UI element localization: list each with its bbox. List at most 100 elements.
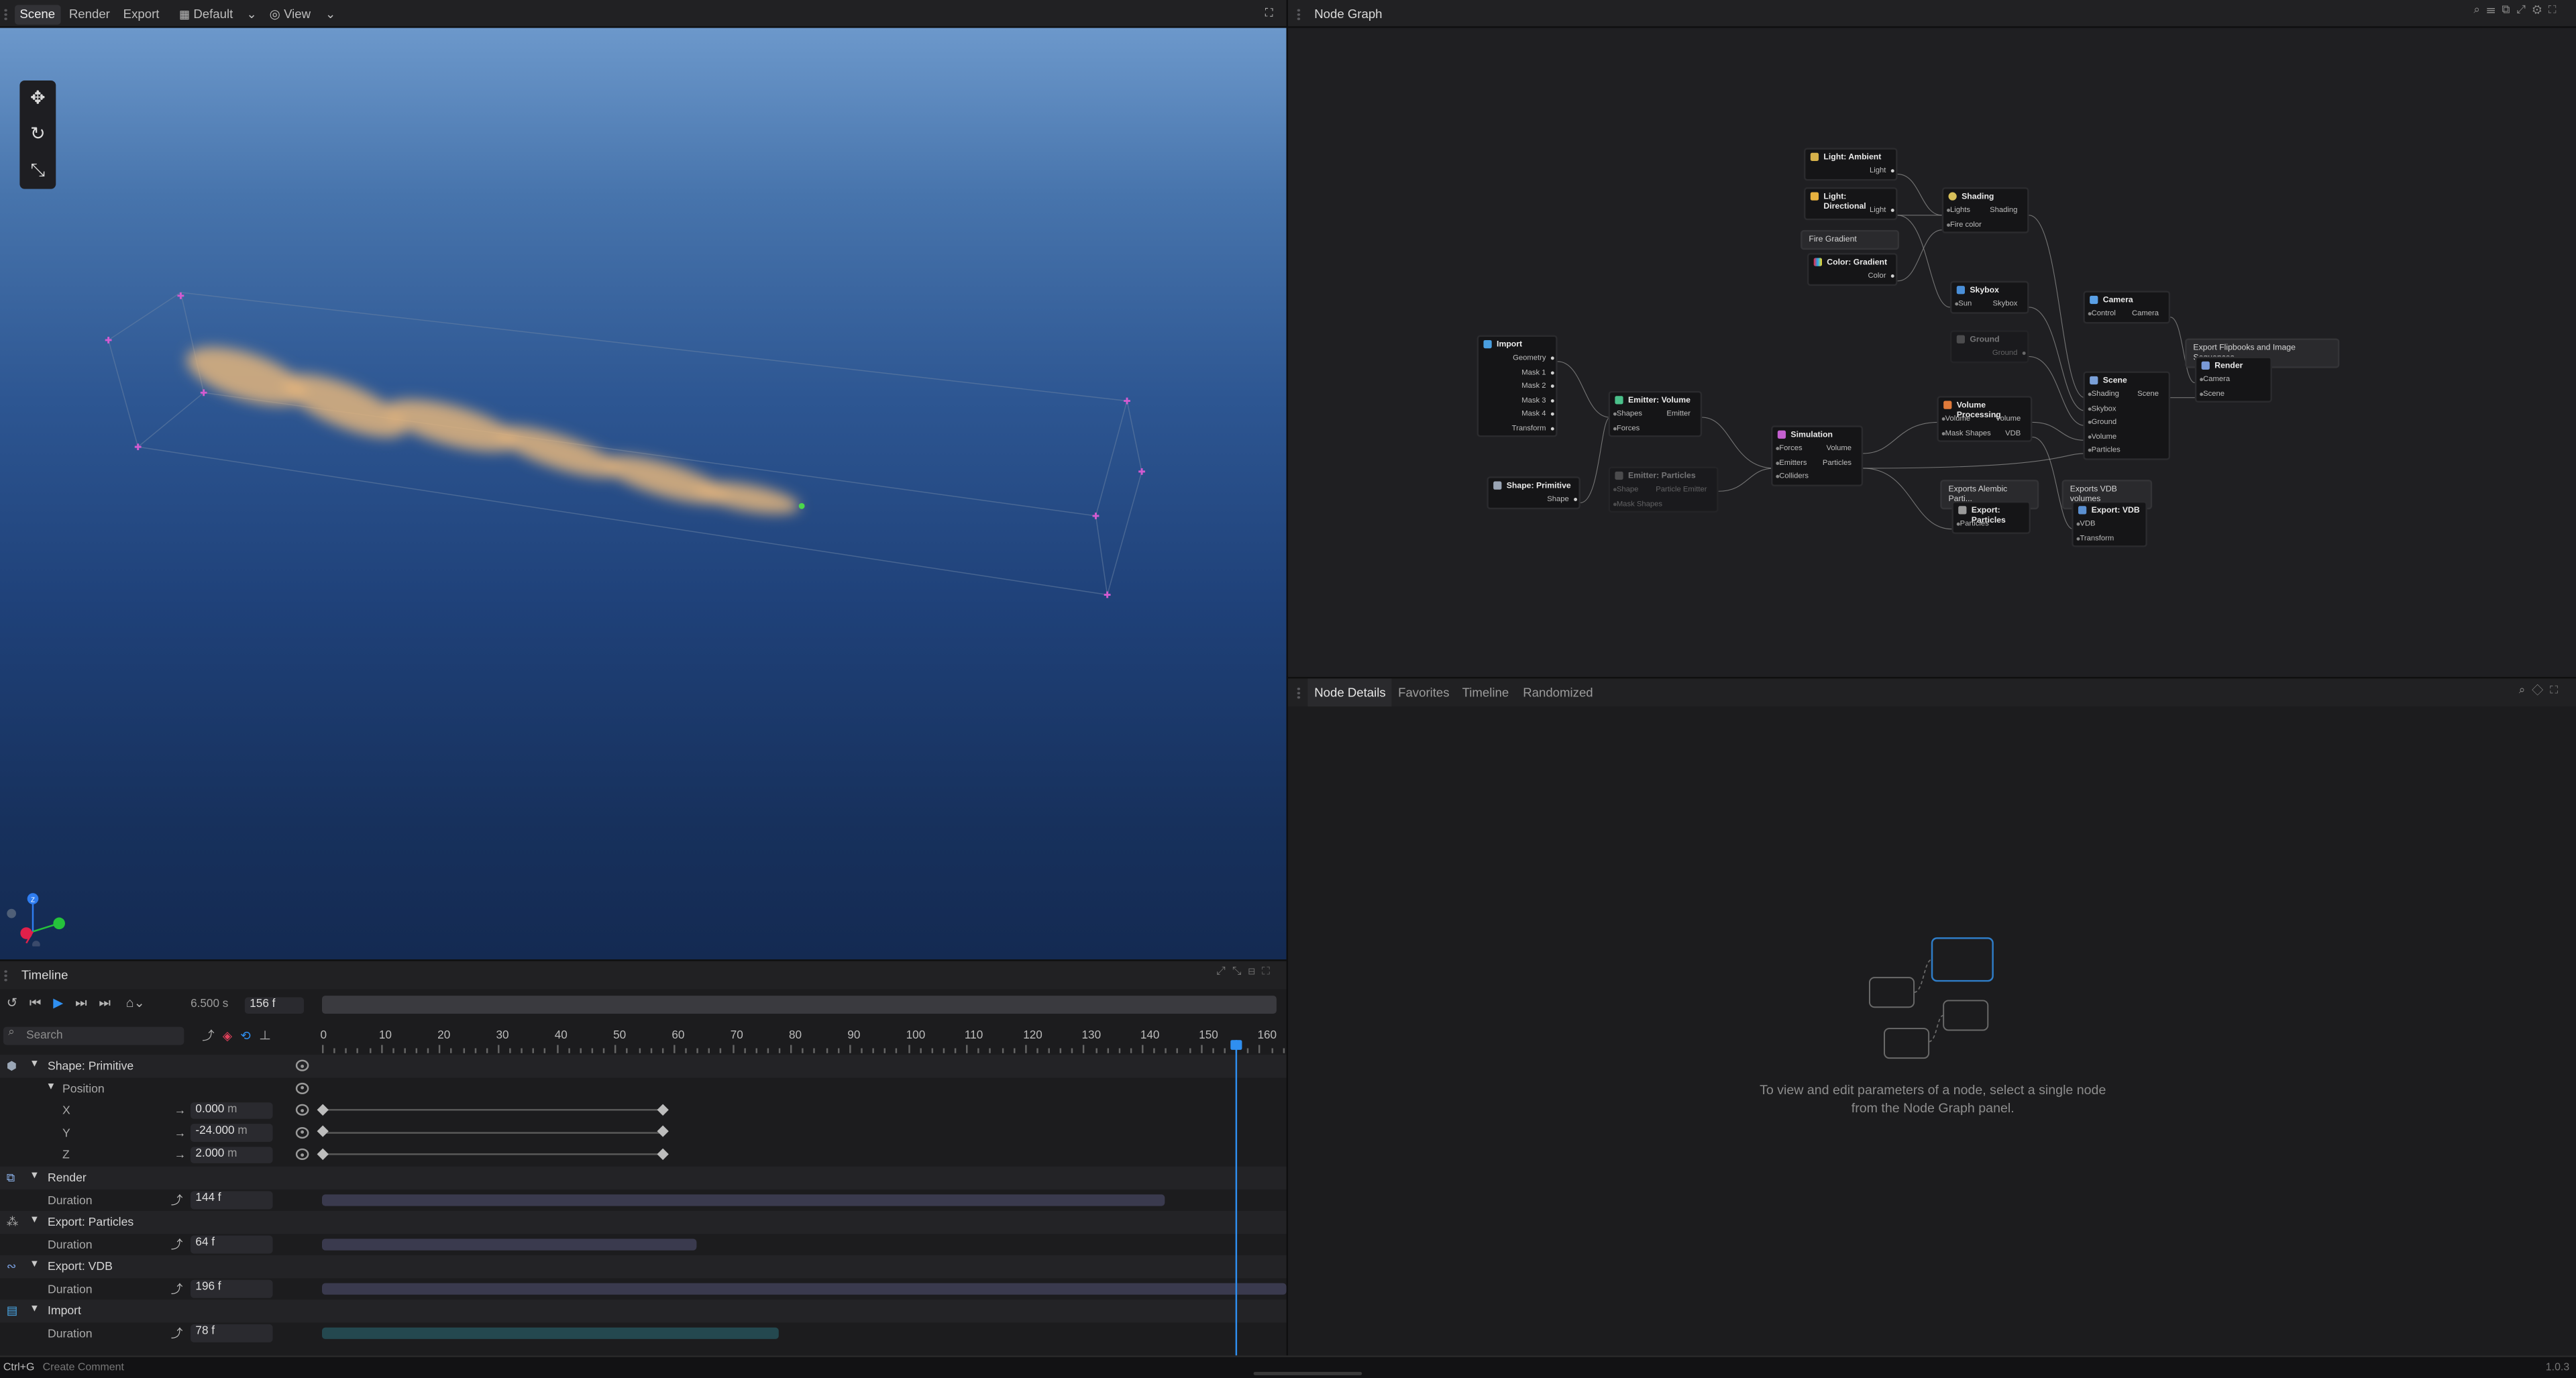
track-export-particles-duration[interactable]: Duration ⤴ 64 f (0, 1233, 1287, 1255)
track-position[interactable]: ▼ Position (0, 1077, 1287, 1099)
drag-handle[interactable] (1296, 686, 1301, 700)
node-camera[interactable]: Camera Control Camera (2083, 290, 2171, 323)
import-duration-bar[interactable] (322, 1327, 779, 1339)
keyframe-start[interactable] (317, 1103, 329, 1115)
track-import-duration[interactable]: Duration ⤴ 78 f (0, 1322, 1287, 1344)
keyframe-start[interactable] (317, 1125, 329, 1137)
playback-mode-icon[interactable]: ⌂⌄ (126, 996, 145, 1010)
tab-favorites[interactable]: Favorites (1391, 678, 1456, 706)
playhead[interactable] (1230, 1040, 1242, 1356)
time-field[interactable]: 6.500 s (191, 999, 228, 1010)
scene-viewport[interactable]: ✥ ↻ ⤡ Z (0, 28, 1287, 960)
node-shape-primitive[interactable]: Shape: Primitive Shape (1487, 476, 1580, 509)
track-z[interactable]: Z → 2.000 m (0, 1144, 1287, 1166)
tab-timeline[interactable]: Timeline (1456, 678, 1515, 706)
step-back-icon[interactable]: ⏮ (30, 996, 42, 1010)
node-import[interactable]: Import Geometry Mask 1 Mask 2 Mask 3 Mas… (1477, 335, 1558, 437)
view-dropdown-icon[interactable]: ⌄ (321, 5, 341, 24)
tab-randomized[interactable]: Randomized (1516, 678, 1599, 706)
track-export-particles[interactable]: ⁂ ▼ Export: Particles (0, 1210, 1287, 1233)
collapse-icon[interactable]: ▼ (30, 1255, 40, 1277)
track-render-duration[interactable]: Duration ⤴ 144 f (0, 1189, 1287, 1211)
frame-field[interactable]: 156 f (244, 997, 305, 1014)
track-x[interactable]: X → 0.000 m (0, 1099, 1287, 1121)
render-duration-field[interactable]: 144 f (191, 1191, 273, 1209)
tab-export[interactable]: Export (118, 5, 164, 24)
frame-ruler[interactable]: 0 10 20 30 40 50 60 70 80 90 100 110 120 130 140 150 160 (319, 1030, 1286, 1053)
render-duration-bar[interactable] (322, 1194, 1166, 1206)
drag-handle[interactable] (3, 969, 9, 983)
interp-linear-icon[interactable]: → (174, 1099, 186, 1121)
collapse-icon[interactable]: ▼ (30, 1167, 40, 1189)
maximize-icon[interactable]: ⛶ (1260, 5, 1278, 24)
import-duration-field[interactable]: 78 f (191, 1324, 273, 1342)
node-ground[interactable]: Ground Ground (1949, 330, 2029, 363)
export-particles-duration-bar[interactable] (322, 1238, 697, 1251)
node-render[interactable]: Render Camera Scene (2194, 356, 2272, 403)
keyframe-start[interactable] (317, 1147, 329, 1159)
visibility-eye-icon[interactable] (295, 1059, 309, 1071)
visibility-eye-icon[interactable] (295, 1148, 309, 1160)
x-value-field[interactable]: 0.000 m (191, 1102, 273, 1119)
view-menu[interactable]: ◎ View (264, 5, 315, 24)
collapse-icon[interactable]: ▼ (30, 1300, 40, 1322)
node-volume-processing[interactable]: Volume Processing Volume Volume Mask Shap… (1937, 396, 2033, 442)
track-y[interactable]: Y → -24.000 m (0, 1121, 1287, 1143)
pin-icon[interactable]: ⊟ (1248, 966, 1262, 977)
curve-icon[interactable]: ⤴ (171, 1322, 183, 1344)
fit-icon[interactable]: ⤡ (1232, 966, 1248, 977)
tab-scene[interactable]: Scene (15, 5, 60, 25)
group-fire-gradient[interactable]: Fire Gradient (1801, 229, 1900, 250)
playhead-handle[interactable] (1230, 1040, 1242, 1050)
visibility-eye-icon[interactable] (295, 1104, 309, 1116)
collapse-icon[interactable]: ▼ (30, 1211, 40, 1233)
node-color-gradient[interactable]: Color: Gradient Color (1807, 253, 1898, 285)
collapse-icon[interactable]: ▼ (46, 1077, 56, 1099)
link-icon[interactable]: ⟲ (240, 1028, 259, 1043)
search-input[interactable]: ⌕ Search (3, 1026, 184, 1045)
skip-end-icon[interactable]: ⏭ (99, 996, 111, 1010)
interp-linear-icon[interactable]: → (174, 1121, 186, 1143)
node-light-ambient[interactable]: Light: Ambient Light (1804, 148, 1898, 180)
track-export-vdb-duration[interactable]: Duration ⤴ 196 f (0, 1277, 1287, 1300)
timeline-scrollbar[interactable] (322, 996, 1277, 1014)
layout-select[interactable]: ▦ Default (174, 5, 238, 24)
node-light-directional[interactable]: Light: Directional Light (1804, 187, 1898, 219)
interp-linear-icon[interactable]: → (174, 1144, 186, 1166)
keyframe-end[interactable] (656, 1125, 669, 1137)
track-import[interactable]: ▤ ▼ Import (0, 1300, 1287, 1322)
tab-render[interactable]: Render (64, 5, 115, 24)
collapse-icon[interactable]: ▼ (30, 1055, 40, 1077)
curve-icon[interactable]: ⤴ (202, 1028, 223, 1043)
node-skybox[interactable]: Skybox Sun Skybox (1949, 280, 2029, 313)
layout-dropdown-icon[interactable]: ⌄ (241, 5, 262, 24)
node-shading[interactable]: Shading Lights Shading Fire color (1941, 187, 2029, 233)
tab-node-details[interactable]: Node Details (1307, 678, 1393, 707)
collapse-icon[interactable]: ⤢ (1216, 966, 1232, 977)
curve-icon[interactable]: ⤴ (171, 1233, 183, 1255)
snap-icon[interactable]: ⊥ (259, 1028, 280, 1043)
node-export-particles[interactable]: Export: Particles Particles (1951, 500, 2031, 533)
axis-gizmo[interactable]: Z (3, 889, 77, 947)
export-vdb-duration-field[interactable]: 196 f (191, 1279, 273, 1297)
curve-icon[interactable]: ⤴ (171, 1189, 183, 1211)
resize-handle[interactable] (1253, 1371, 1362, 1375)
node-emitter-particles[interactable]: Emitter: Particles Shape Particle Emitter… (1608, 466, 1719, 513)
z-value-field[interactable]: 2.000 m (191, 1146, 273, 1163)
keyframe-end[interactable] (656, 1147, 669, 1159)
maximize-icon[interactable]: ⛶ (2550, 685, 2565, 696)
keyframe-filter-icon[interactable]: ◈ (223, 1028, 240, 1043)
play-icon[interactable]: ▶ (53, 996, 63, 1010)
step-forward-icon[interactable]: ⏭ (75, 996, 87, 1010)
node-emitter-volume[interactable]: Emitter: Volume Shapes Emitter Forces (1608, 390, 1703, 437)
search-icon[interactable]: ⌕ (2519, 685, 2532, 696)
drag-handle[interactable] (3, 8, 9, 21)
export-vdb-duration-bar[interactable] (322, 1283, 1287, 1295)
visibility-eye-icon[interactable] (295, 1081, 309, 1094)
curve-icon[interactable]: ⤴ (171, 1277, 183, 1300)
track-render[interactable]: ⧉ ▼ Render (0, 1166, 1287, 1189)
node-export-vdb[interactable]: Export: VDB VDB Transform (2072, 500, 2147, 547)
keyframe-icon[interactable]: ◇ (2532, 685, 2550, 696)
maximize-icon[interactable]: ⛶ (1262, 966, 1277, 977)
visibility-eye-icon[interactable] (295, 1126, 309, 1138)
